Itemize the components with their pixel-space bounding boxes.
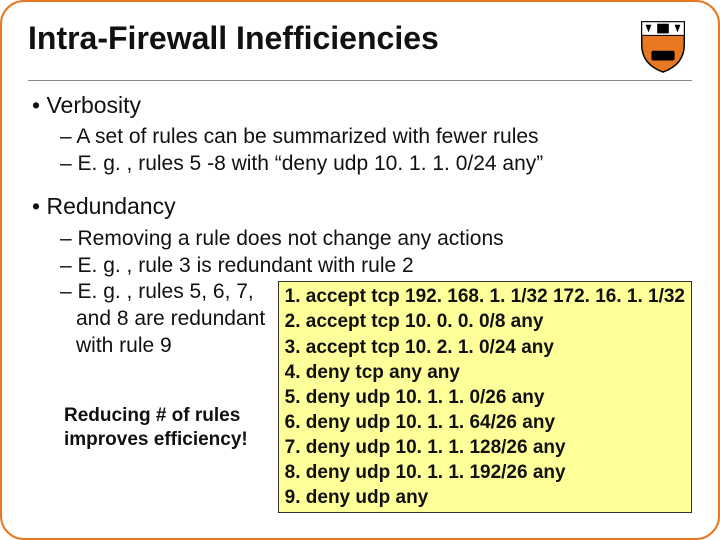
rule-7: 7. deny udp 10. 1. 1. 128/26 any	[285, 435, 685, 460]
bullet-redundancy: Redundancy Removing a rule does not chan…	[32, 192, 692, 513]
redundancy-split-c: with rule 9	[32, 333, 268, 360]
efficiency-caption: Reducing # of rules improves efficiency!	[32, 404, 268, 453]
rule-6: 6. deny udp 10. 1. 1. 64/26 any	[285, 410, 685, 435]
rule-9: 9. deny udp any	[285, 485, 685, 510]
redundancy-line-1: Removing a rule does not change any acti…	[60, 226, 692, 253]
slide-frame: Intra-Firewall Inefficiencies Verbosity …	[0, 0, 720, 540]
redundancy-left-col: E. g. , rules 5, 6, 7, and 8 are redunda…	[32, 279, 268, 452]
slide-content: Verbosity A set of rules can be summariz…	[28, 91, 692, 513]
verbosity-line-2: E. g. , rules 5 -8 with “deny udp 10. 1.…	[60, 151, 692, 178]
princeton-crest-icon	[634, 16, 692, 74]
bullet-verbosity: Verbosity A set of rules can be summariz…	[32, 91, 692, 178]
rule-1: 1. accept tcp 192. 168. 1. 1/32 172. 16.…	[285, 284, 685, 309]
verbosity-heading: Verbosity	[46, 92, 141, 118]
redundancy-line-2: E. g. , rule 3 is redundant with rule 2	[60, 253, 692, 280]
verbosity-line-1: A set of rules can be summarized with fe…	[60, 124, 692, 151]
redundancy-split-a: E. g. , rules 5, 6, 7,	[60, 279, 268, 306]
title-divider	[28, 80, 692, 81]
slide-title: Intra-Firewall Inefficiencies	[28, 20, 439, 57]
rule-2: 2. accept tcp 10. 0. 0. 0/8 any	[285, 309, 685, 334]
caption-line-a: Reducing # of rules	[64, 404, 268, 428]
caption-line-b: improves efficiency!	[64, 428, 268, 452]
slide-header: Intra-Firewall Inefficiencies	[28, 20, 692, 74]
rule-4: 4. deny tcp any any	[285, 360, 685, 385]
redundancy-split-b: and 8 are redundant	[32, 306, 268, 333]
rule-8: 8. deny udp 10. 1. 1. 192/26 any	[285, 460, 685, 485]
redundancy-heading: Redundancy	[46, 193, 175, 219]
rule-5: 5. deny udp 10. 1. 1. 0/26 any	[285, 385, 685, 410]
firewall-rule-list: 1. accept tcp 192. 168. 1. 1/32 172. 16.…	[278, 281, 692, 513]
rule-3: 3. accept tcp 10. 2. 1. 0/24 any	[285, 335, 685, 360]
redundancy-two-col: E. g. , rules 5, 6, 7, and 8 are redunda…	[32, 279, 692, 513]
